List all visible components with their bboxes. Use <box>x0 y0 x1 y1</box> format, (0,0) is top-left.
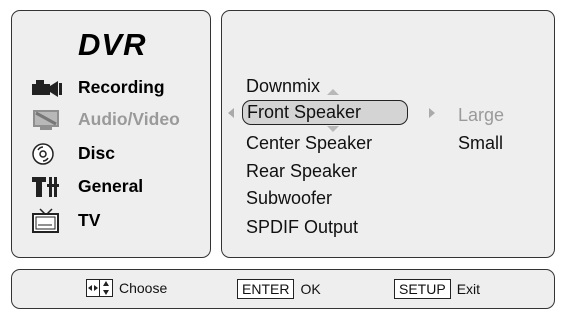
option-large[interactable]: Large <box>458 105 504 126</box>
category-recording[interactable]: Recording <box>12 73 208 103</box>
category-disc[interactable]: Disc <box>12 139 208 169</box>
category-general[interactable]: General <box>12 172 208 202</box>
menu-item-subwoofer[interactable]: Subwoofer <box>246 186 332 210</box>
arrow-left-icon[interactable] <box>228 108 234 118</box>
hint-bar: Choose ENTER OK SETUP Exit <box>11 269 555 309</box>
disc-icon <box>32 143 54 165</box>
left-right-arrows-icon <box>87 280 99 296</box>
menu-item-rear-speaker[interactable]: Rear Speaker <box>246 159 357 183</box>
hint-choose: Choose <box>86 279 167 297</box>
category-tv[interactable]: TV <box>12 206 208 236</box>
up-down-arrows-icon <box>99 280 112 296</box>
menu-item-downmix[interactable]: Downmix <box>246 74 320 98</box>
enter-key: ENTER <box>237 279 295 299</box>
category-label: Recording <box>78 77 165 97</box>
option-small[interactable]: Small <box>458 133 503 154</box>
arrow-right-icon[interactable] <box>429 108 435 118</box>
tv-icon <box>32 208 59 233</box>
hint-enter: ENTER OK <box>237 279 321 299</box>
general-settings-icon <box>32 177 59 197</box>
category-label: Audio/Video <box>78 109 180 129</box>
camcorder-icon <box>32 80 62 97</box>
menu-item-front-speaker[interactable]: Front Speaker <box>242 100 408 125</box>
menu-item-center-speaker[interactable]: Center Speaker <box>246 131 372 155</box>
setup-label: Exit <box>456 281 481 297</box>
category-label: General <box>78 176 144 196</box>
setup-key: SETUP <box>394 279 451 299</box>
category-audio-video[interactable]: Audio/Video <box>12 105 208 135</box>
hint-setup: SETUP Exit <box>394 279 480 299</box>
category-panel: DVR Recording Audio/Video Disc General T… <box>11 10 211 258</box>
enter-label: OK <box>300 281 321 297</box>
choose-label: Choose <box>119 280 168 296</box>
audio-video-icon <box>33 110 59 130</box>
category-label: TV <box>78 210 101 230</box>
menu-title: DVR <box>78 27 147 62</box>
menu-item-spdif-output[interactable]: SPDIF Output <box>246 215 358 239</box>
settings-panel: Downmix Front Speaker Center Speaker Rea… <box>221 10 555 258</box>
scroll-up-icon[interactable] <box>327 89 339 95</box>
category-label: Disc <box>78 143 115 163</box>
navigation-keys-icon <box>86 279 113 297</box>
